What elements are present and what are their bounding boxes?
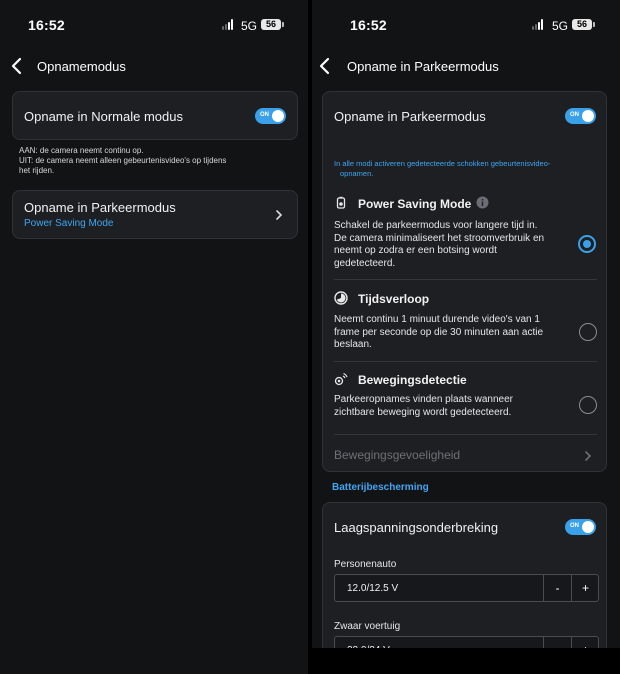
desc-line: neemt op zodra er een botsing wordt [334,245,497,256]
shock-note: In alle modi activeren gedetecteerde sch… [334,159,550,179]
mode-title: Power Saving Mode [358,197,472,211]
left-screen: 16:52 5G 56 Opnamemodus Opname in Normal… [0,0,308,674]
section-header-battery: Batterijbescherming [332,482,429,493]
parking-mode-label: Opname in Parkeermodus [24,200,176,215]
bottom-crop [312,648,620,674]
motion-detection-icon [334,372,348,386]
toggle-knob [582,110,594,122]
chevron-right-icon [585,451,592,461]
desc-line: frame per seconde op die 30 minuten aan … [334,326,544,338]
parking-mode-card: Opname in Parkeermodus ON In alle modi a… [322,91,607,472]
status-time: 16:52 [28,17,65,33]
parking-mode-label: Opname in Parkeermodus [334,109,486,124]
nav-bar: Opname in Parkeermodus [312,52,620,80]
help-line: AAN: de camera neemt continu op. [19,146,144,155]
battery-saving-icon [336,196,346,209]
note-line: In alle modi activeren gedetecteerde sch… [334,159,551,168]
divider [334,361,597,362]
parking-mode-row[interactable]: Opname in Parkeermodus Power Saving Mode [12,190,298,239]
truck-label: Zwaar voertuig [334,621,401,632]
desc-line: beslaan. [334,339,372,350]
normal-mode-label: Opname in Normale modus [24,109,183,124]
toggle-knob [272,110,284,122]
help-line: UIT: de camera neemt alleen gebeurtenisv… [19,156,227,165]
toggle-on-text: ON [260,112,269,118]
desc-line: De camera minimaliseert het stroomverbru… [334,232,545,244]
toggle-knob [582,521,594,533]
car-label: Personenauto [334,559,397,570]
car-minus-button[interactable]: - [543,575,571,601]
car-voltage-stepper: 12.0/12.5 V - + [334,574,599,602]
battery-icon: 56 [572,19,595,30]
mode-description: Schakel de parkeermodus voor langere tij… [334,220,544,270]
page-title: Opname in Parkeermodus [347,59,499,74]
desc-line: Schakel de parkeermodus voor langere tij… [334,220,538,231]
parking-mode-toggle[interactable]: ON [565,108,596,124]
mode-description: Neemt continu 1 minuut durende video's v… [334,314,543,352]
battery-icon: 56 [261,19,284,30]
signal-icon [532,19,546,30]
chevron-right-icon [276,210,283,220]
back-button[interactable] [316,56,336,76]
desc-line: Neemt continu 1 minuut durende video's v… [334,314,540,325]
radio-power-saving[interactable] [578,235,596,253]
low-voltage-toggle[interactable]: ON [565,519,596,535]
back-button[interactable] [8,56,28,76]
note-line: opnamen. [340,169,374,178]
normal-mode-help: AAN: de camera neemt continu op. UIT: de… [19,146,226,176]
low-voltage-label: Laagspanningsonderbreking [334,520,499,535]
car-voltage-value: 12.0/12.5 V [347,583,399,594]
mode-title: Bewegingsdetectie [358,373,467,387]
mode-description: Parkeeropnames vinden plaats wanneer zic… [334,394,513,419]
divider [334,279,597,280]
toggle-on-text: ON [570,523,579,529]
chevron-left-icon [319,57,330,75]
radio-motion[interactable] [579,396,597,414]
normal-mode-card: Opname in Normale modus ON [12,91,298,140]
motion-sensitivity-label: Bewegingsgevoeligheid [334,448,461,462]
desc-line: Parkeeropnames vinden plaats wanneer [334,394,513,405]
normal-mode-toggle[interactable]: ON [255,108,286,124]
help-line: het rijden. [19,166,55,175]
mode-title: Tijdsverloop [358,292,430,306]
timelapse-icon [334,291,348,305]
desc-line: gedetecteerd. [334,257,396,269]
right-screen: 16:52 5G 56 Opname in Parkeermodus Opnam… [312,0,620,674]
divider [334,434,597,435]
network-type: 5G [552,19,569,33]
toggle-on-text: ON [570,112,579,118]
parking-mode-value: Power Saving Mode [24,218,114,229]
radio-timelapse[interactable] [579,323,597,341]
signal-icon [222,19,236,30]
chevron-left-icon [11,57,22,75]
desc-line: zichtbare beweging wordt gedetecteerd. [334,406,512,418]
status-bar: 16:52 5G 56 [0,0,308,48]
nav-bar: Opnamemodus [0,52,308,80]
status-bar: 16:52 5G 56 [312,0,620,48]
page-title: Opnamemodus [37,59,126,74]
status-time: 16:52 [350,17,387,33]
car-plus-button[interactable]: + [571,575,599,601]
info-icon[interactable] [476,196,489,209]
network-type: 5G [241,19,258,33]
